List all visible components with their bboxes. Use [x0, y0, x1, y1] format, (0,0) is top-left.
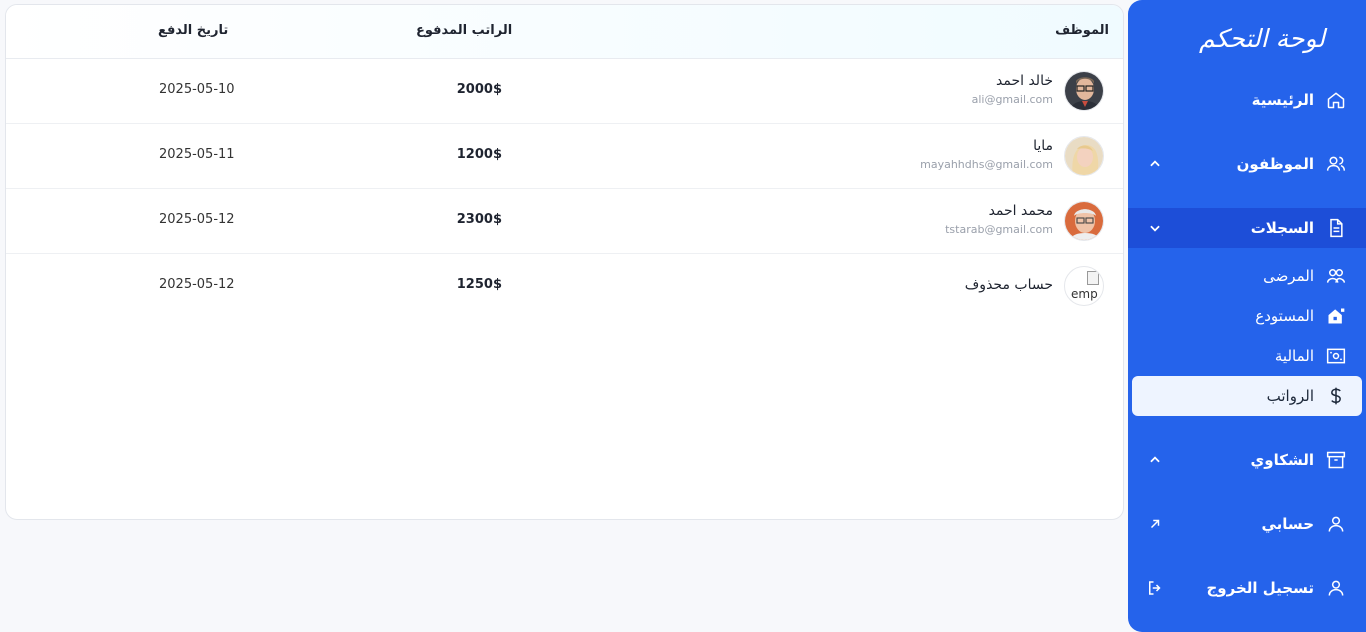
dollar-icon: [1326, 386, 1346, 406]
salary-amount: 2300$: [456, 212, 502, 227]
table-row[interactable]: محمد احمد tstarab@gmail.com 2300$ 2025-0…: [6, 189, 1123, 254]
employee-email: tstarab@gmail.com: [945, 223, 1053, 236]
employee-name: حساب محذوف: [964, 277, 1053, 293]
sub-item-patients[interactable]: المرضى: [1128, 256, 1366, 296]
sub-item-finance[interactable]: المالية: [1128, 336, 1366, 376]
employee-name: خالد احمد: [996, 73, 1053, 89]
nav-records-label: السجلات: [1250, 219, 1314, 237]
salary-amount: 1250$: [456, 277, 502, 292]
column-header-employee: الموظف: [1055, 23, 1109, 38]
broken-image-icon: emp: [1064, 266, 1104, 306]
table-row[interactable]: خالد احمد ali@gmail.com 2000$ 2025-05-10: [6, 59, 1123, 124]
table-header: الموظف الراتب المدفوع تاريخ الدفع: [6, 5, 1123, 59]
table-row[interactable]: مايا mayahhdhs@gmail.com 1200$ 2025-05-1…: [6, 124, 1123, 189]
user-icon: [1326, 578, 1346, 598]
avatar: [1064, 71, 1104, 111]
employee-email: ali@gmail.com: [971, 93, 1053, 106]
nav-home[interactable]: الرئيسية: [1128, 80, 1366, 120]
nav-employees[interactable]: الموظفون: [1128, 144, 1366, 184]
nav-records[interactable]: السجلات: [1128, 208, 1366, 248]
arrow-up-right-icon[interactable]: [1148, 517, 1162, 531]
sub-item-salaries[interactable]: الرواتب: [1132, 376, 1362, 416]
sub-item-warehouse[interactable]: المستودع: [1128, 296, 1366, 336]
payment-date: 2025-05-10: [159, 82, 235, 97]
employee-name: محمد احمد: [988, 203, 1053, 219]
nav-account[interactable]: حسابي: [1128, 504, 1366, 544]
avatar: [1064, 201, 1104, 241]
nav-logout-label: تسجيل الخروج: [1206, 579, 1315, 597]
employee-name: مايا: [1033, 138, 1053, 154]
nav-account-label: حسابي: [1261, 515, 1314, 533]
users-icon: [1326, 154, 1346, 174]
employee-email: mayahhdhs@gmail.com: [920, 158, 1053, 171]
nav-home-label: الرئيسية: [1251, 91, 1314, 109]
chevron-down-icon[interactable]: [1148, 221, 1162, 235]
logout-icon[interactable]: [1146, 579, 1164, 597]
sidebar-title: لوحة التحكم: [1198, 24, 1326, 53]
salary-amount: 2000$: [456, 82, 502, 97]
sub-item-salaries-label: الرواتب: [1266, 387, 1314, 405]
salary-amount: 1200$: [456, 147, 502, 162]
column-header-date: تاريخ الدفع: [158, 23, 229, 38]
nav-employees-label: الموظفون: [1236, 155, 1314, 173]
sidebar: لوحة التحكم الرئيسية الموظفون السجلات ال…: [1128, 0, 1366, 632]
sub-item-finance-label: المالية: [1274, 347, 1314, 365]
sub-item-patients-label: المرضى: [1263, 267, 1314, 285]
payment-date: 2025-05-11: [159, 147, 235, 162]
avatar: [1064, 136, 1104, 176]
home-icon: [1326, 90, 1346, 110]
chevron-up-icon[interactable]: [1148, 157, 1162, 171]
table-row[interactable]: emp حساب محذوف 1250$ 2025-05-12: [6, 254, 1123, 319]
chevron-up-icon[interactable]: [1148, 453, 1162, 467]
payment-date: 2025-05-12: [159, 212, 235, 227]
sub-item-warehouse-label: المستودع: [1255, 307, 1314, 325]
document-icon: [1326, 218, 1346, 238]
archive-icon: [1326, 450, 1346, 470]
patients-icon: [1326, 266, 1346, 286]
column-header-salary: الراتب المدفوع: [416, 23, 513, 38]
nav-complaints-label: الشكاوي: [1250, 451, 1314, 469]
warehouse-icon: [1326, 306, 1346, 326]
nav-logout[interactable]: تسجيل الخروج: [1128, 568, 1366, 608]
user-icon: [1326, 514, 1346, 534]
money-icon: [1326, 346, 1346, 366]
salaries-table: الموظف الراتب المدفوع تاريخ الدفع خالد ا…: [5, 4, 1124, 520]
avatar-alt-text: emp: [1071, 287, 1098, 301]
payment-date: 2025-05-12: [159, 277, 235, 292]
nav-complaints[interactable]: الشكاوي: [1128, 440, 1366, 480]
